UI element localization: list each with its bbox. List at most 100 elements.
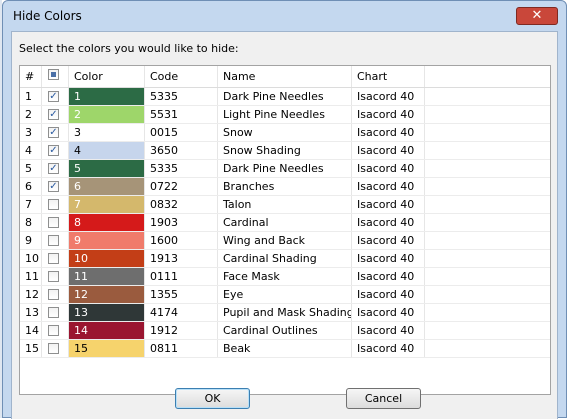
color-code: 5335	[145, 88, 218, 105]
row-number: 8	[20, 214, 42, 231]
color-name: Light Pine Needles	[218, 106, 352, 123]
hide-checkbox[interactable]: ✓	[48, 145, 59, 156]
hide-checkbox[interactable]: ✓	[48, 163, 59, 174]
color-code: 5335	[145, 160, 218, 177]
close-button[interactable]: ✕	[516, 7, 558, 25]
color-chart: Isacord 40	[352, 268, 425, 285]
ok-button[interactable]: OK	[175, 388, 250, 409]
color-name: Cardinal Outlines	[218, 322, 352, 339]
color-chart: Isacord 40	[352, 340, 425, 357]
hide-checkbox[interactable]	[48, 271, 59, 282]
select-all-checkbox[interactable]	[48, 69, 59, 80]
color-code: 1355	[145, 286, 218, 303]
color-code: 0811	[145, 340, 218, 357]
header-select-all[interactable]	[42, 66, 69, 87]
color-code: 1913	[145, 250, 218, 267]
color-chart: Isacord 40	[352, 304, 425, 321]
hide-checkbox[interactable]	[48, 253, 59, 264]
table-row[interactable]: 5 ✓ 5 5335 Dark Pine Needles Isacord 40	[20, 160, 550, 178]
header-name[interactable]: Name	[218, 66, 352, 87]
color-name: Dark Pine Needles	[218, 88, 352, 105]
table-row[interactable]: 12 12 1355 Eye Isacord 40	[20, 286, 550, 304]
row-number: 7	[20, 196, 42, 213]
table-row[interactable]: 8 8 1903 Cardinal Isacord 40	[20, 214, 550, 232]
color-name: Wing and Back	[218, 232, 352, 249]
color-swatch: 9	[69, 232, 145, 249]
table-row[interactable]: 10 10 1913 Cardinal Shading Isacord 40	[20, 250, 550, 268]
row-number: 2	[20, 106, 42, 123]
hide-checkbox[interactable]: ✓	[48, 127, 59, 138]
row-number: 1	[20, 88, 42, 105]
hide-checkbox[interactable]	[48, 289, 59, 300]
colors-table[interactable]: # Color Code Name Chart 1 ✓ 1 5335 Dark Pine…	[19, 65, 551, 395]
header-chart[interactable]: Chart	[352, 66, 425, 87]
color-chart: Isacord 40	[352, 178, 425, 195]
header-code[interactable]: Code	[145, 66, 218, 87]
table-row[interactable]: 3 ✓ 3 0015 Snow Isacord 40	[20, 124, 550, 142]
hide-checkbox[interactable]: ✓	[48, 109, 59, 120]
color-swatch: 13	[69, 304, 145, 321]
color-swatch: 6	[69, 178, 145, 195]
row-checkbox-cell: ✓	[42, 160, 69, 177]
color-name: Cardinal	[218, 214, 352, 231]
color-chart: Isacord 40	[352, 106, 425, 123]
hide-checkbox[interactable]	[48, 343, 59, 354]
color-swatch: 5	[69, 160, 145, 177]
color-code: 1600	[145, 232, 218, 249]
table-row[interactable]: 1 ✓ 1 5335 Dark Pine Needles Isacord 40	[20, 88, 550, 106]
color-chart: Isacord 40	[352, 88, 425, 105]
color-name: Dark Pine Needles	[218, 160, 352, 177]
table-row[interactable]: 11 11 0111 Face Mask Isacord 40	[20, 268, 550, 286]
color-chart: Isacord 40	[352, 124, 425, 141]
cancel-button[interactable]: Cancel	[346, 388, 421, 409]
color-code: 1903	[145, 214, 218, 231]
color-name: Pupil and Mask Shading	[218, 304, 352, 321]
hide-checkbox[interactable]	[48, 307, 59, 318]
color-name: Face Mask	[218, 268, 352, 285]
row-number: 3	[20, 124, 42, 141]
table-row[interactable]: 6 ✓ 6 0722 Branches Isacord 40	[20, 178, 550, 196]
color-code: 0722	[145, 178, 218, 195]
hide-checkbox[interactable]	[48, 235, 59, 246]
color-swatch: 15	[69, 340, 145, 357]
table-row[interactable]: 15 15 0811 Beak Isacord 40	[20, 340, 550, 358]
color-code: 5531	[145, 106, 218, 123]
table-row[interactable]: 9 9 1600 Wing and Back Isacord 40	[20, 232, 550, 250]
row-number: 10	[20, 250, 42, 267]
color-chart: Isacord 40	[352, 322, 425, 339]
table-row[interactable]: 4 ✓ 4 3650 Snow Shading Isacord 40	[20, 142, 550, 160]
row-checkbox-cell	[42, 232, 69, 249]
color-swatch: 3	[69, 124, 145, 141]
table-row[interactable]: 7 7 0832 Talon Isacord 40	[20, 196, 550, 214]
color-chart: Isacord 40	[352, 286, 425, 303]
dialog-title: Hide Colors	[13, 9, 82, 23]
color-code: 4174	[145, 304, 218, 321]
color-name: Eye	[218, 286, 352, 303]
table-row[interactable]: 2 ✓ 2 5531 Light Pine Needles Isacord 40	[20, 106, 550, 124]
hide-checkbox[interactable]: ✓	[48, 181, 59, 192]
color-chart: Isacord 40	[352, 142, 425, 159]
color-name: Talon	[218, 196, 352, 213]
table-row[interactable]: 14 14 1912 Cardinal Outlines Isacord 40	[20, 322, 550, 340]
hide-checkbox[interactable]	[48, 199, 59, 210]
row-checkbox-cell: ✓	[42, 106, 69, 123]
row-number: 6	[20, 178, 42, 195]
row-number: 15	[20, 340, 42, 357]
header-number[interactable]: #	[20, 66, 42, 87]
hide-checkbox[interactable]	[48, 325, 59, 336]
header-color[interactable]: Color	[69, 66, 145, 87]
color-code: 1912	[145, 322, 218, 339]
color-swatch: 1	[69, 88, 145, 105]
title-bar[interactable]: Hide Colors ✕	[3, 1, 566, 31]
color-swatch: 14	[69, 322, 145, 339]
table-row[interactable]: 13 13 4174 Pupil and Mask Shading Isacord 40	[20, 304, 550, 322]
color-name: Cardinal Shading	[218, 250, 352, 267]
dialog-client-area: Select the colors you would like to hide…	[11, 31, 558, 419]
row-number: 11	[20, 268, 42, 285]
color-code: 0015	[145, 124, 218, 141]
row-number: 13	[20, 304, 42, 321]
row-checkbox-cell	[42, 340, 69, 357]
hide-checkbox[interactable]	[48, 217, 59, 228]
row-checkbox-cell: ✓	[42, 88, 69, 105]
hide-checkbox[interactable]: ✓	[48, 91, 59, 102]
